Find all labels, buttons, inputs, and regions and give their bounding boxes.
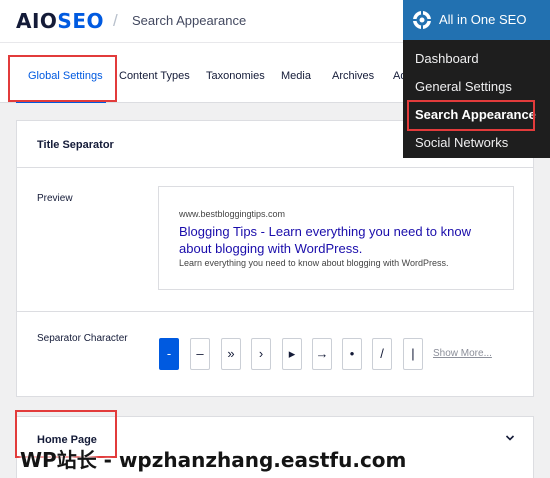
aioseo-logo[interactable]: AIOSEO	[16, 9, 104, 33]
title-separator-heading: Title Separator	[37, 139, 114, 151]
tab-taxonomies[interactable]: Taxonomies	[206, 70, 265, 82]
separator-option-slash[interactable]: /	[372, 338, 392, 370]
preview-url: www.bestbloggingtips.com	[179, 209, 286, 219]
show-more-link[interactable]: Show More...	[433, 348, 492, 359]
tab-archives[interactable]: Archives	[332, 70, 374, 82]
breadcrumb-separator: /	[113, 11, 118, 30]
separator-option-rsaquo[interactable]: ›	[251, 338, 271, 370]
serp-preview: www.bestbloggingtips.com Blogging Tips -…	[158, 186, 514, 290]
separator-option-raquo[interactable]: »	[221, 338, 241, 370]
menu-item-social-networks[interactable]: Social Networks	[415, 135, 508, 150]
separator-option-bullet[interactable]: •	[342, 338, 362, 370]
aioseo-gear-icon	[412, 10, 432, 30]
title-separator-card: Title Separator Preview www.bestblogging…	[16, 120, 534, 397]
menu-title: All in One SEO	[439, 12, 527, 27]
wp-admin-submenu: All in One SEO Dashboard General Setting…	[403, 0, 550, 158]
menu-item-dashboard[interactable]: Dashboard	[415, 51, 479, 66]
separator-option-endash[interactable]: –	[190, 338, 210, 370]
watermark-text: WP站长 - wpzhanzhang.eastfu.com	[20, 448, 407, 472]
menu-header[interactable]: All in One SEO	[403, 0, 550, 40]
tab-content-types[interactable]: Content Types	[119, 70, 190, 82]
separator-option-dash[interactable]: -	[159, 338, 179, 370]
menu-item-general-settings[interactable]: General Settings	[415, 79, 512, 94]
breadcrumb-current: Search Appearance	[132, 13, 247, 28]
separator-option-pipe[interactable]: |	[403, 338, 423, 370]
separator-option-triangle[interactable]: ▸	[282, 338, 302, 370]
preview-title: Blogging Tips - Learn everything you nee…	[179, 224, 471, 256]
card-divider	[17, 311, 533, 312]
preview-label: Preview	[37, 193, 73, 204]
highlight-box-global-settings	[8, 55, 117, 102]
chevron-down-icon[interactable]	[505, 433, 515, 443]
card-divider	[17, 167, 533, 168]
highlight-box-search-appearance	[407, 100, 535, 131]
preview-description: Learn everything you need to know about …	[179, 258, 449, 268]
separator-option-arrow[interactable]: →	[312, 338, 332, 370]
tab-media[interactable]: Media	[281, 70, 311, 82]
separator-character-label: Separator Character	[37, 333, 128, 344]
